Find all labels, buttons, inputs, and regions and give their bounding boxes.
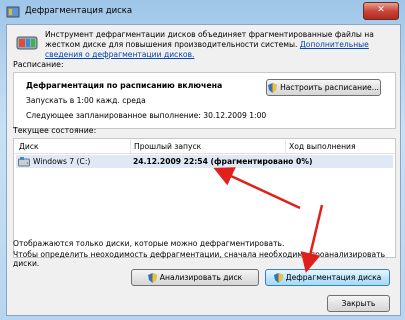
- column-progress[interactable]: Ход выполнения: [289, 142, 356, 151]
- schedule-run-at: Запускать в 1:00 кажд. среда: [26, 96, 146, 105]
- footer-note-1: Отображаются только диски, которые можно…: [13, 239, 285, 248]
- schedule-next-run: Следующее запланированное выполнение: 30…: [26, 111, 267, 120]
- current-state-label: Текущее состояние:: [13, 126, 97, 135]
- configure-schedule-label: Настроить расписание...: [280, 83, 379, 92]
- defrag-window: Дефрагментация диска ✕ Инструмент дефраг…: [0, 0, 405, 320]
- schedule-group: Дефрагментация по расписанию включена За…: [13, 72, 396, 129]
- disk-name: Windows 7 (C:): [33, 157, 91, 166]
- shield-icon: [147, 272, 157, 283]
- defrag-app-icon: [6, 6, 20, 18]
- disk-list-header: Диск Прошлый запуск Ход выполнения: [15, 140, 394, 154]
- analyze-disk-button[interactable]: Анализировать диск: [131, 269, 259, 286]
- shield-icon: [268, 82, 278, 93]
- window-title: Дефрагментация диска: [25, 6, 133, 16]
- analyze-disk-label: Анализировать диск: [159, 273, 243, 282]
- disk-last-run: 24.12.2009 22:54 (фрагментировано 0%): [133, 157, 313, 166]
- table-row[interactable]: Windows 7 (C:) 24.12.2009 22:54 (фрагмен…: [16, 155, 393, 168]
- defrag-drive-icon: [16, 36, 38, 50]
- schedule-section-label: Расписание:: [13, 60, 64, 69]
- close-window-button[interactable]: ✕: [363, 2, 399, 20]
- column-divider: [285, 140, 286, 153]
- shield-icon: [273, 272, 283, 283]
- column-disk[interactable]: Диск: [19, 142, 39, 151]
- close-button[interactable]: Закрыть: [327, 295, 390, 312]
- dialog-body: Инструмент дефрагментации дисков объедин…: [6, 24, 401, 316]
- defragment-disk-label: Дефрагментация диска: [285, 273, 382, 282]
- column-divider: [130, 140, 131, 153]
- intro-text: Инструмент дефрагментации дисков объедин…: [45, 30, 395, 60]
- footer-note-2: Чтобы определить неоходимость дефрагмент…: [13, 250, 386, 268]
- defragment-disk-button[interactable]: Дефрагментация диска: [265, 269, 390, 286]
- configure-schedule-button[interactable]: Настроить расписание...: [266, 79, 381, 96]
- column-last-run[interactable]: Прошлый запуск: [134, 142, 201, 151]
- title-bar[interactable]: Дефрагментация диска ✕: [0, 0, 405, 24]
- hard-drive-icon: [18, 157, 30, 167]
- schedule-status: Дефрагментация по расписанию включена: [26, 81, 223, 90]
